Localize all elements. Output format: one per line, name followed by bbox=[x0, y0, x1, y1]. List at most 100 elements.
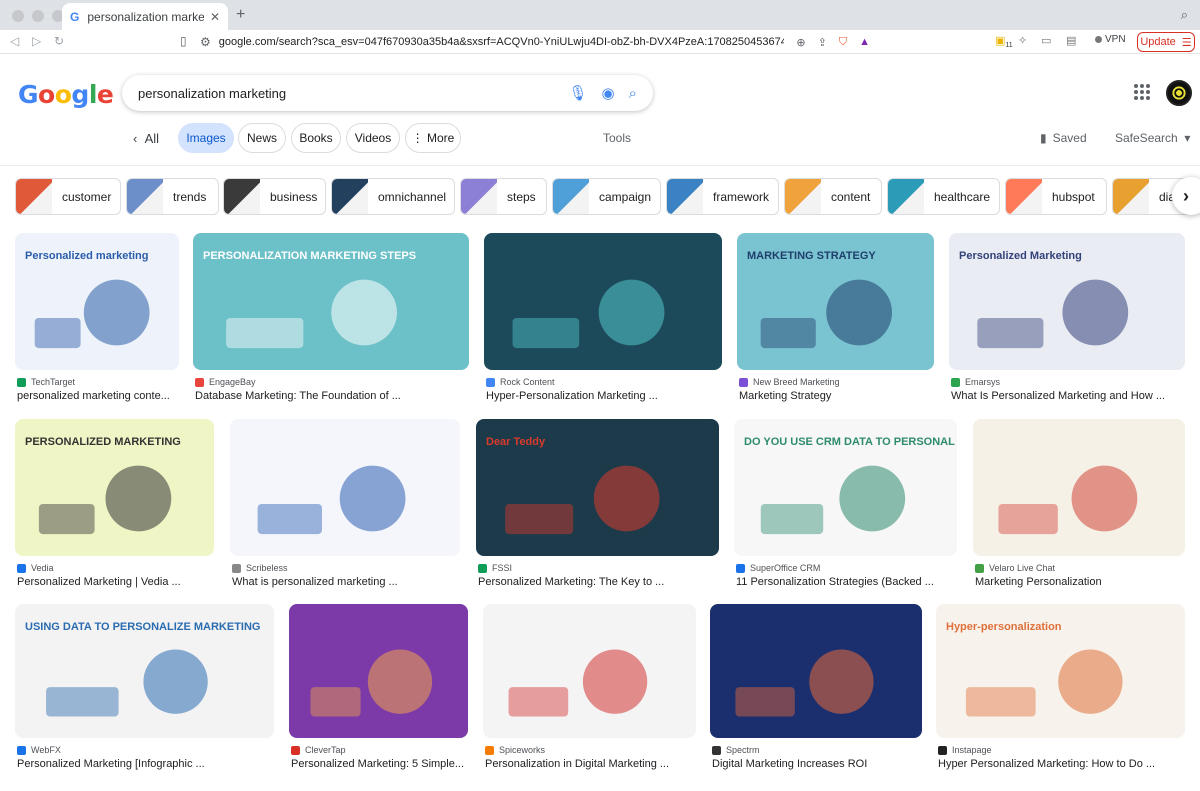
result-title[interactable]: 11 Personalization Strategies (Backed ..… bbox=[736, 576, 934, 588]
result-title[interactable]: Database Marketing: The Foundation of ..… bbox=[195, 390, 401, 402]
result-thumbnail[interactable] bbox=[230, 419, 460, 556]
result-source[interactable]: Scribeless bbox=[232, 563, 288, 573]
tab-news[interactable]: News bbox=[238, 123, 286, 153]
saved-button[interactable]: ▮ Saved bbox=[1040, 131, 1087, 145]
tab-more[interactable]: ⋮ More bbox=[405, 123, 461, 153]
image-result[interactable]: CleverTap Personalized Marketing: 5 Simpl… bbox=[289, 604, 468, 778]
result-thumbnail[interactable] bbox=[289, 604, 468, 738]
related-chip[interactable]: steps bbox=[460, 178, 547, 215]
forward-icon[interactable]: ▷ bbox=[32, 34, 41, 48]
google-logo[interactable]: Google bbox=[18, 80, 114, 109]
result-source[interactable]: Spectrm bbox=[712, 745, 760, 755]
back-icon[interactable]: ◁ bbox=[10, 34, 19, 48]
search-icon[interactable]: ⌕ bbox=[629, 85, 637, 102]
lens-search-icon[interactable]: ◉ bbox=[602, 84, 615, 102]
result-title[interactable]: Marketing Personalization bbox=[975, 576, 1102, 588]
related-chip[interactable]: omnichannel bbox=[331, 178, 455, 215]
result-thumbnail[interactable]: Dear Teddy bbox=[476, 419, 719, 556]
search-box[interactable]: personalization marketing 🎙︎ ◉ ⌕ bbox=[122, 75, 653, 111]
result-source[interactable]: Rock Content bbox=[486, 377, 555, 387]
new-tab-icon[interactable]: + bbox=[236, 6, 245, 24]
result-title[interactable]: Personalization in Digital Marketing ... bbox=[485, 758, 669, 770]
voice-search-icon[interactable]: 🎙︎ bbox=[568, 84, 587, 102]
result-thumbnail[interactable]: MARKETING STRATEGY bbox=[737, 233, 934, 370]
extension-puzzle-icon[interactable]: ✧ bbox=[1018, 34, 1027, 47]
related-chip[interactable]: campaign bbox=[552, 178, 661, 215]
safesearch-button[interactable]: SafeSearch ▾ bbox=[1115, 131, 1190, 145]
related-chip[interactable]: framework bbox=[666, 178, 779, 215]
result-title[interactable]: Hyper-Personalization Marketing ... bbox=[486, 390, 658, 402]
image-result[interactable]: Rock Content Hyper-Personalization Market… bbox=[484, 233, 722, 410]
site-info-icon[interactable]: ⚙ bbox=[200, 35, 211, 49]
image-result[interactable]: PERSONALIZATION MARKETING STEPS EngageBay… bbox=[193, 233, 469, 410]
extension-icon[interactable]: ▣11 bbox=[995, 34, 1013, 49]
related-chip[interactable]: customer bbox=[15, 178, 121, 215]
address-bar[interactable]: ⚙ google.com/search?sca_esv=047f670930a3… bbox=[200, 32, 870, 52]
result-source[interactable]: FSSI bbox=[478, 563, 512, 573]
image-result[interactable]: Personalized marketing TechTarget personal… bbox=[15, 233, 179, 410]
related-chip[interactable]: content bbox=[784, 178, 882, 215]
related-chip[interactable]: hubspot bbox=[1005, 178, 1107, 215]
result-thumbnail[interactable]: DO YOU USE CRM DATA TO PERSONAL bbox=[734, 419, 957, 556]
vpn-button[interactable]: VPN bbox=[1095, 34, 1126, 45]
result-thumbnail[interactable] bbox=[710, 604, 922, 738]
result-title[interactable]: Digital Marketing Increases ROI bbox=[712, 758, 867, 770]
image-result[interactable]: Hyper-personalization Instapage Hyper Pers… bbox=[936, 604, 1185, 778]
bookmark-icon[interactable]: ▯ bbox=[180, 34, 187, 48]
close-window-dot[interactable] bbox=[12, 10, 24, 22]
sidebar-icon[interactable]: ▭ bbox=[1041, 34, 1051, 47]
result-title[interactable]: Marketing Strategy bbox=[739, 390, 831, 402]
result-title[interactable]: Personalized Marketing | Vedia ... bbox=[17, 576, 181, 588]
brave-shield-icon[interactable]: ⛉ bbox=[839, 36, 847, 49]
result-title[interactable]: Hyper Personalized Marketing: How to Do … bbox=[938, 758, 1155, 770]
minimize-window-dot[interactable] bbox=[32, 10, 44, 22]
result-source[interactable]: EngageBay bbox=[195, 377, 256, 387]
result-source[interactable]: New Breed Marketing bbox=[739, 377, 840, 387]
brave-rewards-icon[interactable]: ▲ bbox=[859, 36, 870, 48]
result-title[interactable]: What Is Personalized Marketing and How .… bbox=[951, 390, 1165, 402]
result-thumbnail[interactable]: PERSONALIZED MARKETING bbox=[15, 419, 214, 556]
image-result[interactable]: Spectrm Digital Marketing Increases ROI bbox=[710, 604, 922, 778]
image-result[interactable]: MARKETING STRATEGY New Breed Marketing Mar… bbox=[737, 233, 934, 410]
google-apps-icon[interactable] bbox=[1134, 84, 1150, 100]
avatar[interactable] bbox=[1166, 80, 1192, 106]
result-source[interactable]: SuperOffice CRM bbox=[736, 563, 820, 573]
result-source[interactable]: Spiceworks bbox=[485, 745, 545, 755]
tab-images[interactable]: Images bbox=[178, 123, 234, 153]
tab-videos[interactable]: Videos bbox=[346, 123, 400, 153]
result-thumbnail[interactable]: Personalized Marketing bbox=[949, 233, 1185, 370]
close-tab-icon[interactable]: ✕ bbox=[210, 10, 220, 24]
image-result[interactable]: USING DATA TO PERSONALIZE MARKETING WebFX… bbox=[15, 604, 274, 778]
wallet-icon[interactable]: ▤ bbox=[1066, 34, 1076, 47]
image-result[interactable]: Velaro Live Chat Marketing Personalizatio… bbox=[973, 419, 1185, 596]
result-title[interactable]: personalized marketing conte... bbox=[17, 390, 170, 402]
image-result[interactable]: PERSONALIZED MARKETING Vedia Personalized … bbox=[15, 419, 214, 596]
related-chip[interactable]: trends bbox=[126, 178, 219, 215]
result-title[interactable]: Personalized Marketing: 5 Simple... bbox=[291, 758, 464, 770]
image-result[interactable]: Scribeless What is personalized marketing… bbox=[230, 419, 460, 596]
result-source[interactable]: Instapage bbox=[938, 745, 992, 755]
reload-icon[interactable]: ↻ bbox=[54, 34, 64, 48]
all-filter[interactable]: ‹ All bbox=[133, 131, 159, 146]
tab-books[interactable]: Books bbox=[291, 123, 341, 153]
tab-search-icon[interactable]: ⌕ bbox=[1181, 7, 1188, 23]
related-chip[interactable]: healthcare bbox=[887, 178, 1000, 215]
zoom-icon[interactable]: ⊕ bbox=[796, 36, 805, 49]
result-title[interactable]: What is personalized marketing ... bbox=[232, 576, 398, 588]
result-source[interactable]: WebFX bbox=[17, 745, 61, 755]
result-source[interactable]: TechTarget bbox=[17, 377, 75, 387]
result-title[interactable]: Personalized Marketing [Infographic ... bbox=[17, 758, 205, 770]
result-title[interactable]: Personalized Marketing: The Key to ... bbox=[478, 576, 664, 588]
result-source[interactable]: Emarsys bbox=[951, 377, 1000, 387]
image-result[interactable]: Dear Teddy FSSI Personalized Marketing: Th… bbox=[476, 419, 719, 596]
result-thumbnail[interactable]: USING DATA TO PERSONALIZE MARKETING bbox=[15, 604, 274, 738]
result-source[interactable]: Vedia bbox=[17, 563, 54, 573]
update-button[interactable]: Update ☰ bbox=[1137, 32, 1195, 52]
result-thumbnail[interactable] bbox=[973, 419, 1185, 556]
result-thumbnail[interactable]: Personalized marketing bbox=[15, 233, 179, 370]
image-result[interactable]: Spiceworks Personalization in Digital Mar… bbox=[483, 604, 696, 778]
image-result[interactable]: DO YOU USE CRM DATA TO PERSONAL SuperOffi… bbox=[734, 419, 957, 596]
related-chip[interactable]: business bbox=[223, 178, 326, 215]
search-input[interactable]: personalization marketing bbox=[138, 86, 554, 101]
tools-button[interactable]: Tools bbox=[603, 131, 631, 145]
